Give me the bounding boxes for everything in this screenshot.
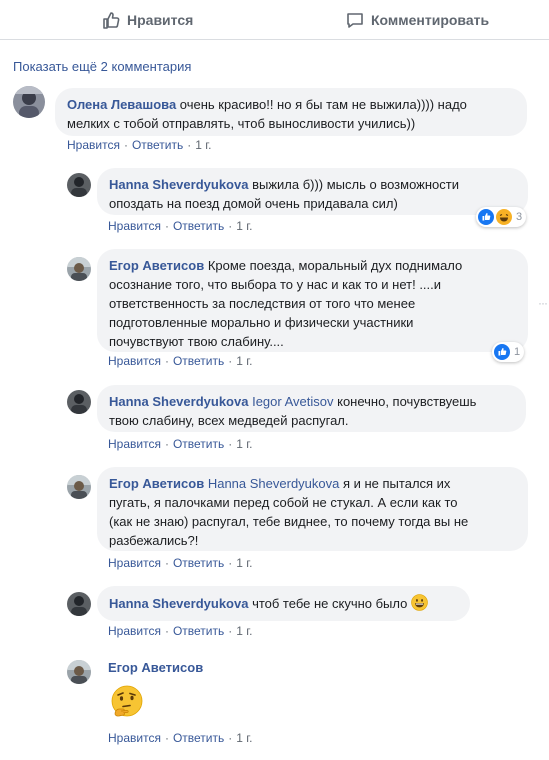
comment-text: подготовленные морально и физически учас… bbox=[109, 315, 414, 330]
comment-author[interactable]: Егор Аветисов bbox=[108, 660, 203, 675]
comment-time[interactable]: 1 г. bbox=[236, 731, 252, 745]
post-action-bar: Нравится Комментировать bbox=[0, 0, 549, 40]
comment-text: опоздать на поезд домой очень придавала … bbox=[109, 196, 398, 211]
comment-text: очень красиво!! но я бы там не выжила)))… bbox=[176, 97, 467, 112]
comment-actions: Нравится · Ответить · 1 г. bbox=[67, 138, 212, 152]
comment-reply-link[interactable]: Ответить bbox=[173, 731, 224, 745]
comment-like-link[interactable]: Нравится bbox=[108, 624, 161, 638]
comment-author[interactable]: Егор Аветисов bbox=[109, 476, 204, 491]
reactions-summary[interactable]: 3 bbox=[476, 207, 527, 227]
haha-reaction-icon bbox=[496, 209, 512, 225]
comment-time[interactable]: 1 г. bbox=[236, 624, 252, 638]
comment-time[interactable]: 1 г. bbox=[236, 437, 252, 451]
like-button[interactable]: Нравится bbox=[101, 0, 193, 40]
comment-actions: Нравится · Ответить · 1 г. bbox=[108, 556, 253, 570]
comment-text: пугать, я палочками перед собой не стука… bbox=[109, 495, 458, 510]
reactions-count: 3 bbox=[516, 211, 523, 223]
comment-bubble: Hanna Sheverdyukova Iegor Avetisov конеч… bbox=[97, 385, 526, 432]
comment-author[interactable]: Hanna Sheverdyukova bbox=[109, 394, 248, 409]
comment-bubble: Hanna Sheverdyukova чтоб тебе не скучно … bbox=[97, 586, 470, 621]
avatar[interactable] bbox=[67, 475, 91, 499]
more-options-icon[interactable]: ··· bbox=[538, 296, 548, 310]
show-more-comments-link[interactable]: Показать ещё 2 комментария bbox=[13, 59, 191, 74]
comment-time[interactable]: 1 г. bbox=[236, 354, 252, 368]
comment-like-link[interactable]: Нравится bbox=[108, 731, 161, 745]
comment-actions: Нравится · Ответить · 1 г. bbox=[108, 219, 253, 233]
comment-reply-link[interactable]: Ответить bbox=[173, 354, 224, 368]
comment-actions: Нравится · Ответить · 1 г. bbox=[108, 437, 253, 451]
grinning-emoji-icon bbox=[411, 594, 428, 611]
comment-text: твою слабину, всех медведей распугал. bbox=[109, 413, 349, 428]
comment-like-link[interactable]: Нравится bbox=[108, 437, 161, 451]
avatar[interactable] bbox=[13, 86, 45, 118]
comment-reply-link[interactable]: Ответить bbox=[132, 138, 183, 152]
comment-text: конечно, почувствуешь bbox=[333, 394, 477, 409]
comment-actions: Нравится · Ответить · 1 г. bbox=[108, 731, 253, 745]
comment-actions: Нравится · Ответить · 1 г. bbox=[108, 354, 253, 368]
like-reaction-icon bbox=[494, 344, 510, 360]
comment-reply-link[interactable]: Ответить bbox=[173, 437, 224, 451]
comment-text: разбежались?! bbox=[109, 533, 199, 548]
comment-bubble: Олена Левашова очень красиво!! но я бы т… bbox=[55, 88, 527, 136]
comment-actions: Нравится · Ответить · 1 г. bbox=[108, 624, 253, 638]
comment-bubble: Егор Аветисов Hanna Sheverdyukova я и не… bbox=[97, 467, 528, 551]
thumbs-up-icon bbox=[103, 12, 120, 29]
comment-reply-link[interactable]: Ответить bbox=[173, 219, 224, 233]
comment-button-label: Комментировать bbox=[371, 12, 490, 28]
reactions-count: 1 bbox=[514, 346, 521, 358]
avatar[interactable] bbox=[67, 592, 91, 616]
avatar[interactable] bbox=[67, 390, 91, 414]
avatar[interactable] bbox=[67, 660, 91, 684]
comment-mention[interactable]: Hanna Sheverdyukova bbox=[208, 476, 340, 491]
comment-button[interactable]: Комментировать bbox=[345, 0, 489, 40]
thinking-face-emoji-icon bbox=[109, 684, 145, 723]
comment-time[interactable]: 1 г. bbox=[236, 556, 252, 570]
comment-author[interactable]: Егор Аветисов bbox=[109, 258, 204, 273]
comment-text: осознание того, что выбора то у нас и ка… bbox=[109, 277, 442, 292]
comment-reply-link[interactable]: Ответить bbox=[173, 624, 224, 638]
comment-author[interactable]: Hanna Sheverdyukova bbox=[109, 596, 248, 611]
comment-like-link[interactable]: Нравится bbox=[67, 138, 120, 152]
comment-author[interactable]: Hanna Sheverdyukova bbox=[109, 177, 248, 192]
comment-bubble: Hanna Sheverdyukova выжила б))) мысль о … bbox=[97, 168, 528, 215]
comment-like-link[interactable]: Нравится bbox=[108, 354, 161, 368]
avatar[interactable] bbox=[67, 173, 91, 197]
avatar[interactable] bbox=[67, 257, 91, 281]
like-button-label: Нравится bbox=[127, 12, 194, 28]
comment-text: Кроме поезда, моральный дух поднимало bbox=[204, 258, 463, 273]
speech-bubble-icon bbox=[347, 13, 363, 28]
comment-like-link[interactable]: Нравится bbox=[108, 556, 161, 570]
comment-bubble: Егор Аветисов Кроме поезда, моральный ду… bbox=[97, 249, 528, 352]
comment-mention[interactable]: Iegor Avetisov bbox=[252, 394, 333, 409]
comment-text: почувствуют твою слабину.... bbox=[109, 334, 284, 349]
reactions-summary[interactable]: 1 bbox=[492, 342, 525, 362]
comment-time[interactable]: 1 г. bbox=[195, 138, 211, 152]
comment-text: (как не знаю) распугал, тебе виднее, то … bbox=[109, 514, 469, 529]
comment-text: выжила б))) мысль о возможности bbox=[248, 177, 459, 192]
comment-author[interactable]: Олена Левашова bbox=[67, 97, 176, 112]
comment-text: чтоб тебе не скучно было bbox=[248, 596, 411, 611]
comment-text: я и не пытался их bbox=[339, 476, 451, 491]
comment-like-link[interactable]: Нравится bbox=[108, 219, 161, 233]
comment-reply-link[interactable]: Ответить bbox=[173, 556, 224, 570]
comment-text: ответственность за последствия от того ч… bbox=[109, 296, 416, 311]
comment-text: мелких с тобой отправлять, чтоб вынослив… bbox=[67, 116, 416, 131]
like-reaction-icon bbox=[478, 209, 494, 225]
comment-time[interactable]: 1 г. bbox=[236, 219, 252, 233]
